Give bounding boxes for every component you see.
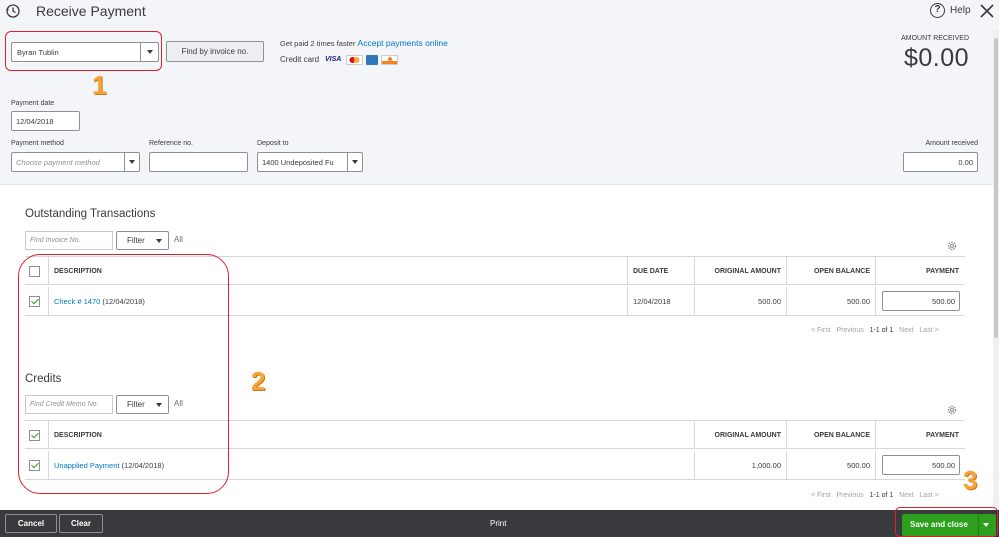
row-open-balance: 500.00 (847, 461, 870, 470)
pager-previous[interactable]: Previous (836, 492, 863, 499)
col-payment: PAYMENT (925, 432, 959, 439)
amount-received-total: $0.00 (903, 44, 969, 72)
chevron-down-icon (156, 238, 162, 243)
amex-logo-icon (366, 55, 378, 65)
reference-input[interactable] (149, 152, 248, 172)
payment-method-placeholder: Choose payment method (16, 158, 100, 167)
payment-date-label: Payment date (11, 100, 55, 107)
row-original-amount: 1,000.00 (751, 461, 781, 470)
column-divider (627, 257, 628, 284)
chevron-down-icon (129, 160, 135, 164)
column-divider (627, 287, 628, 315)
pager-first[interactable]: < First (811, 327, 831, 334)
deposit-to-value: 1400 Undeposited Fu (262, 158, 334, 167)
row-original-amount: 500.00 (758, 297, 781, 306)
reference-label: Reference no. (149, 140, 193, 147)
col-payment: PAYMENT (925, 268, 959, 275)
column-divider (694, 287, 695, 315)
title-bar: Receive Payment ? Help (0, 0, 999, 24)
print-link[interactable]: Print (490, 519, 506, 528)
annotation-number-1: 1 (92, 70, 107, 100)
mastercard-logo-icon (346, 55, 363, 65)
amount-received-field-label: Amount received (925, 140, 978, 147)
scrollbar-thumb[interactable] (994, 38, 998, 338)
pager-next[interactable]: Next (899, 327, 913, 334)
col-open-balance: OPEN BALANCE (813, 268, 870, 275)
deposit-to-label: Deposit to (257, 140, 289, 147)
annotation-box-save (895, 507, 998, 537)
row-due-date: 12/04/2018 (633, 297, 671, 306)
column-divider (875, 257, 876, 284)
find-by-invoice-button[interactable]: Find by invoice no. (166, 41, 264, 62)
pager-current: 1-1 of 1 (869, 327, 894, 334)
amount-received-input[interactable]: 0.00 (903, 152, 978, 172)
chevron-down-icon (352, 160, 358, 164)
help-icon[interactable]: ? (930, 3, 945, 18)
pager-next[interactable]: Next (899, 492, 913, 499)
column-divider (694, 421, 695, 448)
close-icon[interactable] (978, 2, 996, 20)
col-original-amount: ORIGINAL AMOUNT (714, 432, 782, 439)
help-link[interactable]: Help (950, 5, 971, 16)
find-invoice-input[interactable]: Find Invoice No. (25, 231, 113, 250)
cancel-button[interactable]: Cancel (5, 514, 57, 533)
payment-date-input[interactable]: 12/04/2018 (11, 111, 80, 131)
annotation-box-customer (5, 31, 162, 71)
gear-icon[interactable] (946, 240, 958, 252)
column-divider (875, 451, 876, 479)
pager-previous[interactable]: Previous (836, 327, 863, 334)
deposit-to-select[interactable]: 1400 Undeposited Fu (257, 152, 363, 172)
amount-received-label: AMOUNT RECEIVED (901, 35, 969, 42)
annotation-box-transactions (18, 254, 229, 494)
history-icon[interactable] (5, 3, 21, 19)
filter-label: Filter (127, 236, 145, 245)
payment-method-dropdown-toggle[interactable] (124, 153, 139, 171)
payment-header: Receive Payment ? Help Byran Tublin Find… (0, 0, 999, 185)
credit-amount-input[interactable]: 500.00 (882, 455, 960, 475)
pager-last[interactable]: Last > (919, 327, 938, 334)
col-due-date: DUE DATE (633, 268, 669, 275)
column-divider (694, 451, 695, 479)
page-title: Receive Payment (36, 3, 146, 19)
credit-card-label: Credit card (280, 55, 320, 64)
annotation-number-2: 2 (251, 366, 266, 396)
col-original-amount: ORIGINAL AMOUNT (714, 268, 782, 275)
accept-payments-link[interactable]: Accept payments online (358, 38, 448, 48)
vertical-scrollbar[interactable] (993, 30, 999, 510)
clear-button[interactable]: Clear (59, 514, 103, 533)
col-open-balance: OPEN BALANCE (813, 432, 870, 439)
outstanding-pager: < First Previous 1-1 of 1 Next Last > (811, 327, 939, 334)
credits-pager: < First Previous 1-1 of 1 Next Last > (811, 492, 939, 499)
get-paid-text: Get paid 2 times faster (280, 39, 356, 48)
column-divider (786, 287, 787, 315)
get-paid-promo: Get paid 2 times faster Accept payments … (280, 38, 448, 48)
payment-method-select[interactable]: Choose payment method (11, 152, 140, 172)
row-open-balance: 500.00 (847, 297, 870, 306)
payment-method-label: Payment method (11, 140, 64, 147)
gear-icon[interactable] (946, 404, 958, 416)
pager-last[interactable]: Last > (919, 492, 938, 499)
outstanding-filter-button[interactable]: Filter (116, 231, 169, 250)
outstanding-transactions-title: Outstanding Transactions (25, 208, 156, 220)
column-divider (875, 287, 876, 315)
deposit-to-dropdown-toggle[interactable] (347, 153, 362, 171)
pager-first[interactable]: < First (811, 492, 831, 499)
column-divider (786, 451, 787, 479)
payment-amount-input[interactable]: 500.00 (882, 291, 960, 311)
column-divider (875, 421, 876, 448)
outstanding-all-label: All (174, 235, 183, 244)
column-divider (786, 257, 787, 284)
discover-logo-icon (381, 55, 398, 65)
footer-bar: Cancel Clear Print Save and close (0, 510, 999, 537)
pager-current: 1-1 of 1 (869, 492, 894, 499)
column-divider (786, 421, 787, 448)
column-divider (694, 257, 695, 284)
annotation-number-3: 3 (963, 465, 978, 495)
visa-logo-icon: VISA (325, 56, 342, 63)
